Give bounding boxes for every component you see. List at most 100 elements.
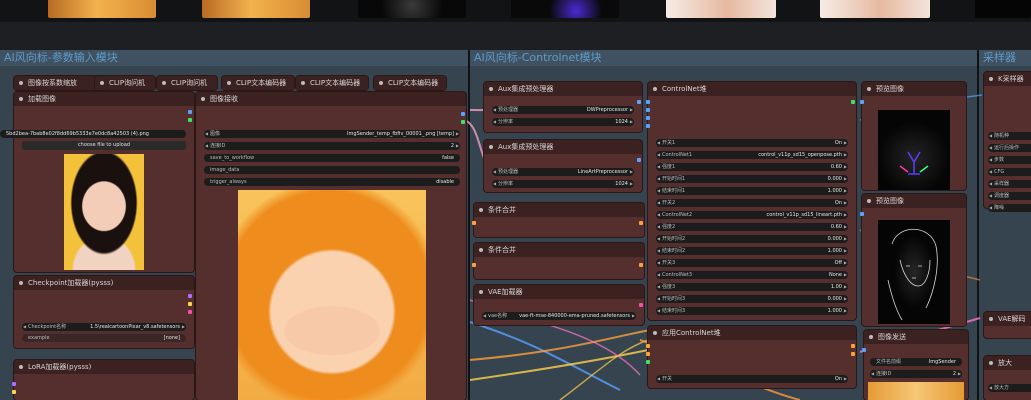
cn-switch-1[interactable]: 开关1 On — [656, 139, 848, 147]
ksampler-seed[interactable]: 随机种 — [988, 132, 1031, 140]
output-slot[interactable] — [639, 263, 643, 267]
output-slot[interactable] — [188, 310, 192, 314]
cn-strength-3[interactable]: 强度3 1.00 — [656, 283, 848, 291]
node-title[interactable]: CLIP询问机 — [157, 76, 217, 90]
cn-end-2[interactable]: 结束时间2 1.000 — [656, 247, 848, 255]
node-conditioning-combine[interactable]: 条件合并 — [472, 203, 644, 237]
cn-start-3[interactable]: 开始时间3 0.000 — [656, 295, 848, 303]
node-title[interactable]: CLIP文本编码器 — [374, 76, 446, 90]
cn-start-2[interactable]: 开始时间2 0.000 — [656, 235, 848, 243]
node-ksampler[interactable]: K采样器 随机种 运行后操作 步数 CFG 采样器 调度器 降噪 — [984, 72, 1031, 212]
ksampler-cfg[interactable]: CFG — [988, 168, 1031, 176]
node-load-image[interactable]: 加载图像 5bd2bea-7bab8e02f8dd69b5333e7e0dc8a… — [0, 92, 194, 272]
node-title[interactable]: Aux集成预处理器 — [484, 82, 642, 96]
cn-end-3[interactable]: 结束时间3 1.000 — [656, 307, 848, 315]
node-title[interactable]: Checkpoint加载器(pysss) — [14, 276, 194, 290]
node-checkpoint-loader[interactable]: Checkpoint加载器(pysss) Checkpoint名称 1.5\re… — [14, 276, 194, 348]
ksampler-steps[interactable]: 步数 — [988, 156, 1031, 164]
node-preview-image[interactable]: 预览图像 — [860, 194, 966, 326]
node-vae-decode[interactable]: VAE解码 — [984, 312, 1031, 338]
node-title[interactable]: CLIP询问机 — [95, 76, 155, 90]
input-slot[interactable] — [646, 124, 650, 128]
node-upscale[interactable]: 放大 放大方 — [984, 356, 1031, 400]
node-apply-controlnet-stack[interactable]: 应用ControlNet堆 开关 On — [646, 326, 856, 388]
image-data-field[interactable]: image_data — [204, 166, 460, 174]
node-title[interactable]: 图像接收 — [196, 92, 466, 106]
node-title[interactable]: 放大 — [984, 356, 1031, 370]
output-slot[interactable] — [639, 221, 643, 225]
node-title[interactable]: 预览图像 — [862, 194, 966, 208]
upload-button[interactable]: choose file to upload — [22, 141, 186, 150]
vae-select[interactable]: vae名称 vae-ft-mse-840000-ema-pruned.safet… — [482, 312, 636, 320]
node-clip-interrogator-collapsed[interactable]: CLIP询问机 — [157, 76, 217, 90]
node-vae-loader[interactable]: VAE加载器 vae名称 vae-ft-mse-840000-ema-prune… — [474, 285, 644, 325]
ksampler-denoise[interactable]: 降噪 — [988, 204, 1031, 212]
input-slot[interactable] — [472, 221, 476, 225]
output-slot[interactable] — [639, 303, 643, 307]
preprocessor-select[interactable]: 预处理器 DWPreprocessor — [492, 106, 634, 114]
output-slot[interactable] — [851, 352, 855, 356]
node-image-scale-collapsed[interactable]: 图像按系数缩放 — [14, 76, 106, 90]
ksampler-sampler[interactable]: 采样器 — [988, 180, 1031, 188]
node-image-receive[interactable]: 图像接收 图像 ImgSender_temp_fbfiv_00001_.png … — [196, 92, 466, 400]
node-preview-image[interactable]: 预览图像 — [860, 82, 966, 190]
node-title[interactable]: LoRA加载器(pysss) — [14, 360, 194, 374]
cn-strength-1[interactable]: 强度1 0.60 — [656, 163, 848, 171]
output-slot[interactable] — [637, 100, 641, 104]
input-slot[interactable] — [860, 212, 864, 216]
upscale-method[interactable]: 放大方 — [988, 384, 1031, 392]
cn-switch-3[interactable]: 开关3 Off — [656, 259, 848, 267]
input-slot[interactable] — [860, 100, 864, 104]
checkpoint-select[interactable]: Checkpoint名称 1.5\realcartoonPixar_v8.saf… — [22, 323, 186, 331]
input-slot[interactable] — [646, 108, 650, 112]
node-clip-text-encode-collapsed[interactable]: CLIP文本编码器 — [374, 76, 446, 90]
apply-switch[interactable]: 开关 On — [656, 375, 848, 383]
node-title[interactable]: K采样器 — [984, 72, 1031, 86]
node-title[interactable]: Aux集成预处理器 — [484, 140, 642, 154]
cn-strength-2[interactable]: 强度2 0.60 — [656, 223, 848, 231]
node-title[interactable]: CLIP文本编码器 — [222, 76, 294, 90]
cn-model-2[interactable]: ControlNet2 control_v11p_sd15_lineart.pth — [656, 211, 848, 219]
node-title[interactable]: 条件合并 — [474, 243, 644, 257]
input-slot[interactable] — [646, 100, 650, 104]
cn-switch-2[interactable]: 开关2 On — [656, 199, 848, 207]
node-clip-interrogator-collapsed[interactable]: CLIP询问机 — [95, 76, 155, 90]
node-clip-text-encode-collapsed[interactable]: CLIP文本编码器 — [222, 76, 294, 90]
input-slot[interactable] — [646, 352, 650, 356]
trigger-always-toggle[interactable]: trigger_always disable — [204, 178, 460, 186]
node-lora-loader[interactable]: LoRA加载器(pysss) — [12, 360, 194, 400]
preprocessor-select[interactable]: 预处理器 LineArtPreprocessor — [492, 168, 634, 176]
output-slot[interactable] — [188, 294, 192, 298]
input-slot[interactable] — [862, 348, 866, 352]
resolution-input[interactable]: 分辨率 1024 — [492, 118, 634, 126]
node-title[interactable]: 图像发送 — [864, 330, 968, 344]
output-slot[interactable] — [188, 118, 192, 122]
node-title[interactable]: 加载图像 — [14, 92, 194, 106]
cn-end-1[interactable]: 结束时间1 1.000 — [656, 187, 848, 195]
output-slot[interactable] — [461, 120, 465, 124]
node-controlnet-stack[interactable]: ControlNet堆 开关1 On ControlNet1 control_v11… — [646, 82, 856, 320]
input-slot[interactable] — [472, 263, 476, 267]
output-slot[interactable] — [461, 112, 465, 116]
cn-model-3[interactable]: ControlNet3 None — [656, 271, 848, 279]
node-title[interactable]: 应用ControlNet堆 — [648, 326, 856, 340]
link-id-input[interactable]: 连接ID 2 — [204, 142, 460, 150]
output-slot[interactable] — [851, 344, 855, 348]
node-title[interactable]: VAE解码 — [984, 312, 1031, 326]
ksampler-scheduler[interactable]: 调度器 — [988, 192, 1031, 200]
input-slot[interactable] — [646, 116, 650, 120]
input-slot[interactable] — [12, 382, 16, 386]
node-image-send[interactable]: 图像发送 文件名前缀 ImgSender 连接ID 2 — [862, 330, 968, 400]
input-slot[interactable] — [12, 390, 16, 394]
cn-start-1[interactable]: 开始时间1 0.000 — [656, 175, 848, 183]
node-title[interactable]: VAE加载器 — [474, 285, 644, 299]
node-title[interactable]: 条件合并 — [474, 203, 644, 217]
link-id-input[interactable]: 连接ID 2 — [870, 370, 962, 378]
node-aux-preprocessor[interactable]: Aux集成预处理器 预处理器 DWPreprocessor 分辨率 1024 — [484, 82, 642, 132]
cn-model-1[interactable]: ControlNet1 control_v11p_sd15_openpose.pt… — [656, 151, 848, 159]
node-title[interactable]: 图像按系数缩放 — [14, 76, 106, 90]
save-to-workflow-toggle[interactable]: save_to_workflow false — [204, 154, 460, 162]
output-slot[interactable] — [188, 302, 192, 306]
output-slot[interactable] — [637, 158, 641, 162]
output-slot[interactable] — [851, 100, 855, 104]
